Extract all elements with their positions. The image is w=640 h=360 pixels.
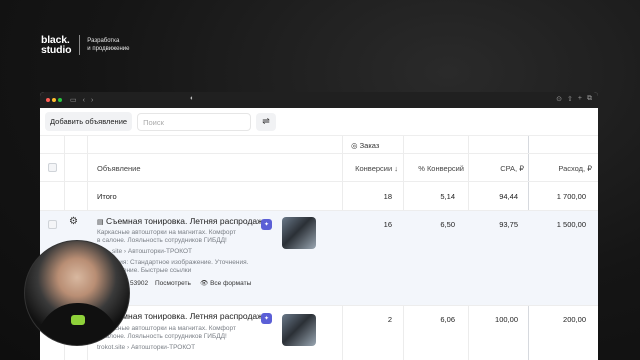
maximize-dot[interactable]	[58, 98, 62, 102]
add-ad-button[interactable]: Добавить объявление	[45, 112, 133, 131]
col-header-conversions[interactable]: Конверсии ↓	[342, 164, 398, 173]
view-link[interactable]: Посмотреть	[155, 280, 191, 288]
col-header-ad[interactable]: Объявление	[97, 164, 141, 173]
goal-header[interactable]: ◎ Заказ	[351, 141, 379, 150]
search-input[interactable]: Поиск	[137, 112, 252, 131]
ad-id: 53902	[130, 280, 149, 287]
brand-tagline: Разработка и продвижение	[87, 37, 129, 53]
presenter-video-avatar	[24, 240, 130, 346]
ad-site[interactable]: site › Автошторки-ТРОКОТ	[112, 248, 192, 256]
ad-type-icon: ▤	[97, 219, 104, 226]
total-spend: 1 700,00	[556, 192, 586, 201]
sliders-icon: ⇌	[262, 116, 270, 126]
table-header-row: Объявление Конверсии ↓ % Конверсий CPA, …	[40, 154, 598, 182]
select-all-checkbox[interactable]	[48, 163, 57, 172]
new-tab-icon[interactable]: +	[578, 95, 582, 103]
goal-header-row: ◎ Заказ	[40, 136, 598, 154]
ad-thumbnail[interactable]	[282, 217, 316, 249]
tagline-line1: Разработка	[87, 38, 120, 44]
row-cpa: 100,00	[495, 315, 518, 324]
ad-text-line2: в салоне. Лояльность сотрудников ГИБДД!	[97, 237, 227, 244]
toolbar: Добавить объявление Поиск ⇌	[40, 108, 598, 136]
minimize-dot[interactable]	[52, 98, 56, 102]
ad-site[interactable]: trokot.site › Автошторки-ТРОКОТ	[97, 344, 195, 352]
total-cpa: 94,44	[499, 192, 518, 201]
row-checkbox[interactable]	[48, 220, 57, 229]
download-icon[interactable]: ⊙	[556, 95, 562, 103]
forward-icon[interactable]: ›	[91, 97, 93, 104]
eye-icon: 👁	[200, 280, 209, 287]
brand-logo: black. studio	[41, 35, 72, 56]
address-indicator[interactable]: ◐	[190, 95, 194, 102]
col-header-spend[interactable]: Расход, ₽	[528, 164, 592, 173]
ads-table: ◎ Заказ Объявление Конверсии ↓ % Конверс…	[40, 136, 598, 360]
ai-badge-icon[interactable]: ✦	[261, 219, 272, 230]
browser-titlebar: ▭ ‹ › ◐ ⊙ ⇧ + ⧉	[40, 92, 598, 108]
row-conversions: 16	[383, 220, 392, 229]
total-conv-pct: 5,14	[440, 192, 455, 201]
row-conversions: 2	[387, 315, 392, 324]
filter-settings-button[interactable]: ⇌	[256, 112, 277, 131]
total-row: Итого 18 5,14 94,44 1 700,00	[40, 182, 598, 211]
back-icon[interactable]: ‹	[83, 97, 85, 104]
brand-logo-line2: studio	[41, 44, 72, 56]
row-conv-pct: 6,06	[440, 315, 455, 324]
col-header-conv-pct[interactable]: % Конверсий	[403, 164, 464, 173]
share-icon[interactable]: ⇧	[567, 95, 573, 103]
row-spend: 200,00	[563, 315, 586, 324]
ai-badge-icon[interactable]: ✦	[261, 313, 272, 324]
browser-window: ▭ ‹ › ◐ ⊙ ⇧ + ⧉ Добавить объявление Поис…	[40, 92, 598, 360]
ad-title-text: Съемная тонировка. Летняя распродажа	[106, 311, 268, 321]
ad-thumbnail[interactable]	[282, 314, 316, 346]
total-label: Итого	[97, 192, 117, 201]
ad-title[interactable]: ▤ Съемная тонировка. Летняя распродажа	[97, 216, 277, 226]
brand: black. studio Разработка и продвижение	[41, 35, 130, 56]
ad-extensions-line1: ения: Стандартное изображение. Уточнения…	[112, 259, 249, 266]
col-header-cpa[interactable]: CPA, ₽	[468, 164, 524, 173]
total-conversions: 18	[383, 192, 392, 201]
close-dot[interactable]	[46, 98, 50, 102]
row-spend: 1 500,00	[556, 220, 586, 229]
row-conv-pct: 6,50	[440, 220, 455, 229]
gear-icon[interactable]: ⚙	[69, 216, 78, 227]
tagline-line2: и продвижение	[87, 46, 130, 52]
sidebar-icon[interactable]: ▭	[70, 96, 77, 104]
ad-title-text: Съемная тонировка. Летняя распродажа	[106, 216, 268, 226]
formats-link-label: Все форматы	[210, 280, 252, 287]
ad-text-line1: Каркасные автошторки на магнитах. Комфор…	[97, 229, 236, 236]
brand-divider	[79, 35, 81, 55]
shirt-logo	[71, 315, 85, 325]
formats-link[interactable]: 👁 Все форматы	[200, 280, 251, 288]
tabs-icon[interactable]: ⧉	[587, 95, 592, 103]
row-cpa: 93,75	[499, 220, 518, 229]
